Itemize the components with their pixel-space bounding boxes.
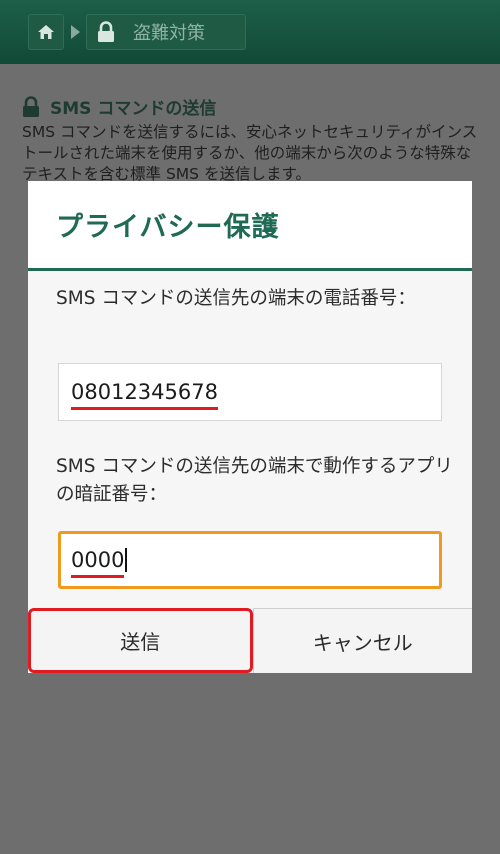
phone-number-input[interactable]: 08012345678 [58,363,442,421]
phone-number-value: 08012345678 [71,380,218,410]
lock-icon [23,95,39,117]
home-button[interactable] [28,14,64,50]
send-button[interactable]: 送信 [28,608,253,673]
sms-heading-label: SMS コマンドの送信 [50,99,217,119]
phone-underline [71,407,218,410]
lock-icon [98,21,114,42]
sms-heading: SMS コマンドの送信 [22,94,216,119]
dialog-buttons: 送信 キャンセル [28,608,472,673]
dialog-title-label: プライバシー保護 [56,212,280,243]
pin-input[interactable]: 0000 [58,531,442,589]
phone-label: SMS コマンドの送信先の端末の電話番号： [56,288,416,309]
privacy-dialog: プライバシー保護 SMS コマンドの送信先の端末の電話番号： 080123456… [28,181,472,673]
page-title: 盗難対策 [133,23,205,44]
breadcrumb-arrow-icon [71,25,80,39]
breadcrumb-current[interactable]: 盗難対策 [86,14,246,50]
home-icon [38,25,54,39]
dialog-title: プライバシー保護 [28,181,472,271]
cancel-button[interactable]: キャンセル [252,608,472,673]
pin-underline [71,575,125,578]
pin-text: 0000 [71,548,125,572]
pin-label: SMS コマンドの送信先の端末で動作するアプリの暗証番号： [56,456,453,505]
pin-value: 0000 [71,548,125,578]
app-header: 盗難対策 [0,0,500,64]
phone-number-text: 08012345678 [71,380,218,404]
text-caret [125,548,128,572]
sms-description: SMS コマンドを送信するには、安心ネットセキュリティがインストールされた端末を… [22,123,478,183]
